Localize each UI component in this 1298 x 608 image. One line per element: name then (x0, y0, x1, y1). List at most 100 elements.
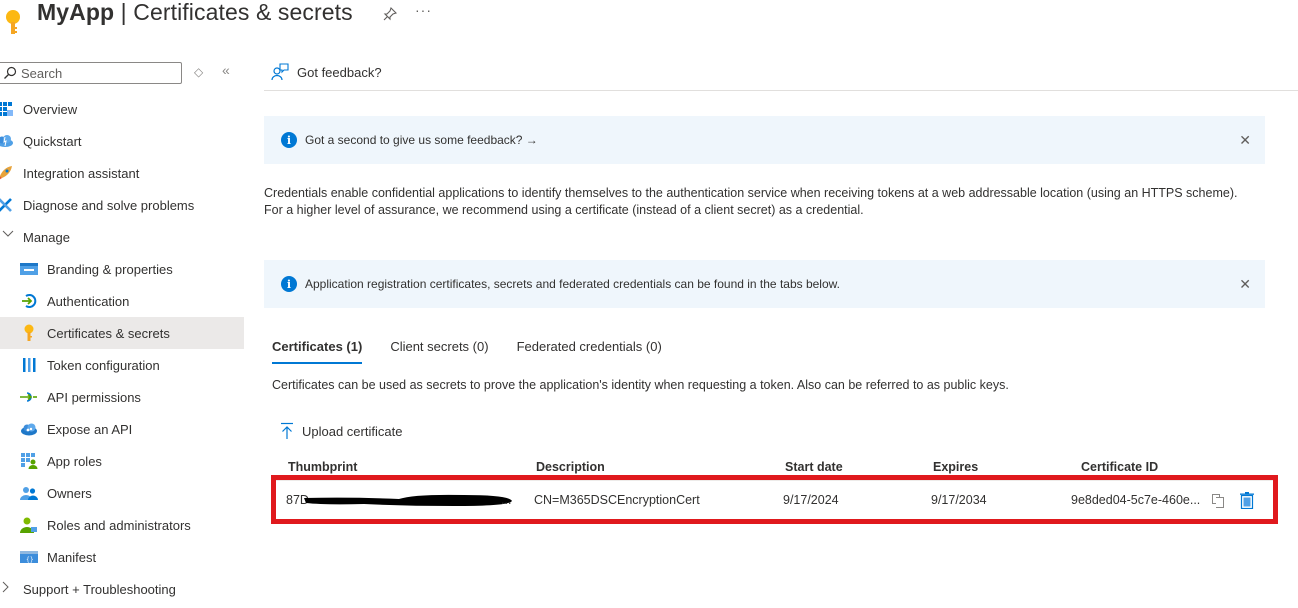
sidebar-item-label: Authentication (47, 293, 130, 309)
command-bar: Got feedback? (264, 58, 1298, 91)
sidebar-item-branding[interactable]: Branding & properties (0, 253, 244, 285)
chevron-down-icon (2, 229, 14, 241)
page-header: MyApp | Certificates & secrets ··· (0, 0, 1298, 34)
tab-client-secrets[interactable]: Client secrets (0) (390, 339, 488, 369)
upload-certificate-label: Upload certificate (302, 423, 403, 439)
info-icon: i (281, 276, 297, 292)
info-banner-text: Application registration certificates, s… (305, 277, 840, 291)
tab-certificates[interactable]: Certificates (1) (272, 339, 363, 369)
sidebar-search[interactable] (0, 62, 182, 84)
table-row[interactable]: 87D ... CN=M365DSCEncryptionCert 9/17/20… (276, 480, 1273, 519)
sidebar-item-app-roles[interactable]: App roles (0, 445, 244, 477)
column-certificate-id: Certificate ID (1081, 460, 1159, 474)
sidebar-nav: Overview Quickstart Integration assistan… (0, 93, 244, 605)
sidebar-item-token-configuration[interactable]: Token configuration (0, 349, 244, 381)
upload-certificate-button[interactable]: Upload certificate (280, 422, 402, 440)
sidebar-item-label: Expose an API (47, 421, 133, 437)
delete-icon[interactable] (1240, 492, 1254, 512)
sidebar-group-support-troubleshooting[interactable]: Support + Troubleshooting (0, 573, 244, 605)
close-icon[interactable]: ✕ (1239, 132, 1251, 149)
collapse-sidebar-icon[interactable]: « (222, 62, 230, 78)
roles-admins-icon (20, 516, 38, 534)
sort-icon[interactable]: ◇ (194, 65, 203, 79)
got-feedback-label: Got feedback? (297, 64, 382, 80)
thumbprint-ellipsis: ... (501, 493, 512, 507)
tab-federated-credentials[interactable]: Federated credentials (0) (517, 339, 662, 369)
sidebar-item-label: Manage (23, 229, 70, 245)
start-date-cell: 9/17/2024 (783, 493, 839, 507)
wrench-icon (0, 196, 14, 214)
title-separator: | (114, 0, 134, 25)
sidebar-item-label: Token configuration (47, 357, 160, 373)
page-title-text: Certificates & secrets (133, 0, 353, 25)
column-thumbprint: Thumbprint (288, 460, 358, 474)
sidebar-item-diagnose[interactable]: Diagnose and solve problems (0, 189, 244, 221)
credential-tabs: Certificates (1) Client secrets (0) Fede… (272, 339, 690, 369)
manifest-icon: {} (20, 548, 38, 566)
app-name: MyApp (37, 0, 115, 25)
sidebar-item-label: Branding & properties (47, 261, 173, 277)
search-input[interactable] (21, 65, 171, 81)
certificate-id-cell: 9e8ded04-5c7e-460e... (1071, 493, 1201, 507)
column-expires: Expires (933, 460, 979, 474)
more-icon[interactable]: ··· (415, 2, 432, 18)
info-banner: i Application registration certificates,… (264, 260, 1265, 308)
got-feedback-button[interactable]: Got feedback? (271, 63, 382, 81)
feedback-banner-link[interactable]: Got a second to give us some feedback? → (305, 133, 538, 147)
chevron-right-icon (2, 581, 10, 596)
search-icon (4, 66, 17, 79)
feedback-icon (271, 63, 289, 81)
rocket-icon (0, 164, 14, 182)
description-cell: CN=M365DSCEncryptionCert (534, 493, 700, 507)
key-icon (20, 324, 38, 342)
pin-icon[interactable] (382, 6, 398, 22)
sidebar-item-api-permissions[interactable]: API permissions (0, 381, 244, 413)
sidebar-item-label: Roles and administrators (47, 517, 191, 533)
sidebar-item-owners[interactable]: Owners (0, 477, 244, 509)
api-permissions-icon (20, 388, 38, 406)
redaction-mark (304, 494, 512, 506)
certificates-description: Certificates can be used as secrets to p… (272, 378, 1009, 392)
certificates-table: Thumbprint Description Start date Expire… (271, 458, 1278, 524)
sidebar-item-roles-administrators[interactable]: Roles and administrators (0, 509, 244, 541)
sidebar-item-integration-assistant[interactable]: Integration assistant (0, 157, 244, 189)
sidebar-item-expose-api[interactable]: Expose an API (0, 413, 244, 445)
column-start-date: Start date (785, 460, 843, 474)
authentication-icon (20, 292, 38, 310)
info-icon: i (281, 132, 297, 148)
sidebar-item-label: Support + Troubleshooting (23, 581, 176, 597)
sidebar-item-label: API permissions (47, 389, 141, 405)
sidebar-item-label: Certificates & secrets (47, 325, 170, 341)
sidebar-item-authentication[interactable]: Authentication (0, 285, 244, 317)
credentials-description: Credentials enable confidential applicat… (264, 186, 1238, 217)
sidebar-group-manage[interactable]: Manage (0, 221, 244, 253)
sidebar-item-label: Diagnose and solve problems (23, 197, 195, 213)
sidebar-item-label: App roles (47, 453, 102, 469)
highlight-box: 87D ... CN=M365DSCEncryptionCert 9/17/20… (271, 475, 1278, 524)
overview-grid-icon (0, 100, 14, 118)
owners-icon (20, 484, 38, 502)
sidebar-item-label: Quickstart (23, 133, 82, 149)
token-bars-icon (20, 356, 38, 374)
sidebar-item-label: Manifest (47, 549, 97, 565)
column-description: Description (536, 460, 605, 474)
quickstart-cloud-icon (0, 132, 14, 150)
page-title: MyApp | Certificates & secrets (37, 0, 353, 26)
copy-icon[interactable] (1212, 494, 1224, 511)
sidebar-item-label: Integration assistant (23, 165, 140, 181)
close-icon[interactable]: ✕ (1239, 276, 1251, 293)
key-icon (2, 8, 24, 36)
branding-icon (20, 260, 38, 278)
sidebar-item-overview[interactable]: Overview (0, 93, 244, 125)
sidebar-item-label: Owners (47, 485, 92, 501)
app-roles-icon (20, 452, 38, 470)
sidebar-item-quickstart[interactable]: Quickstart (0, 125, 244, 157)
sidebar: ◇ « Overview Quickstart Integration assi… (0, 58, 244, 608)
feedback-banner: i Got a second to give us some feedback?… (264, 116, 1265, 164)
expires-cell: 9/17/2034 (931, 493, 987, 507)
sidebar-item-manifest[interactable]: {} Manifest (0, 541, 244, 573)
svg-text:{}: {} (26, 557, 34, 564)
upload-icon (281, 422, 293, 439)
sidebar-item-certificates-secrets[interactable]: Certificates & secrets (0, 317, 244, 349)
sidebar-item-label: Overview (23, 101, 78, 117)
